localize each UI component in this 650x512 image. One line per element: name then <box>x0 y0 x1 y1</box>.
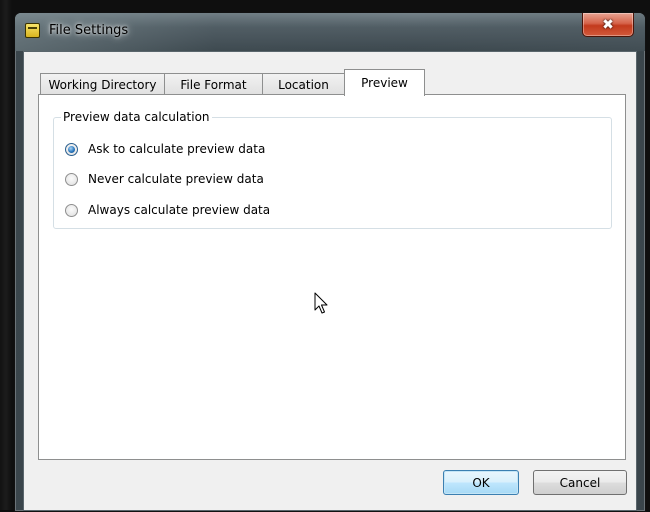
radio-option-never[interactable]: Never calculate preview data <box>65 171 264 187</box>
tab-working-directory[interactable]: Working Directory <box>40 73 165 95</box>
title-bar[interactable]: File Settings ✖ <box>15 13 645 51</box>
preview-data-calculation-group: Preview data calculation Ask to calculat… <box>53 110 612 229</box>
group-legend: Preview data calculation <box>61 110 212 124</box>
radio-label-always[interactable]: Always calculate preview data <box>88 203 270 217</box>
tab-location[interactable]: Location <box>262 73 345 95</box>
radio-button-never[interactable] <box>65 172 78 186</box>
dialog-body: Working Directory File Format Location P… <box>23 51 637 511</box>
radio-label-ask[interactable]: Ask to calculate preview data <box>88 142 265 156</box>
tab-file-format[interactable]: File Format <box>164 73 263 95</box>
cancel-button[interactable]: Cancel <box>533 470 627 495</box>
ok-button[interactable]: OK <box>443 470 519 495</box>
close-icon: ✖ <box>602 16 614 33</box>
radio-option-ask[interactable]: Ask to calculate preview data <box>65 141 265 157</box>
close-button[interactable]: ✖ <box>582 13 634 37</box>
window-title: File Settings <box>49 23 129 38</box>
radio-button-always[interactable] <box>65 203 78 217</box>
radio-label-never[interactable]: Never calculate preview data <box>88 172 264 186</box>
app-icon <box>25 23 40 38</box>
tab-preview[interactable]: Preview <box>344 69 425 96</box>
radio-option-always[interactable]: Always calculate preview data <box>65 202 270 218</box>
mouse-pointer-icon <box>314 292 328 314</box>
file-settings-window: File Settings ✖ Working Directory File F… <box>14 12 646 512</box>
preview-tab-panel: Preview data calculation Ask to calculat… <box>38 94 626 460</box>
radio-button-ask[interactable] <box>65 142 78 156</box>
